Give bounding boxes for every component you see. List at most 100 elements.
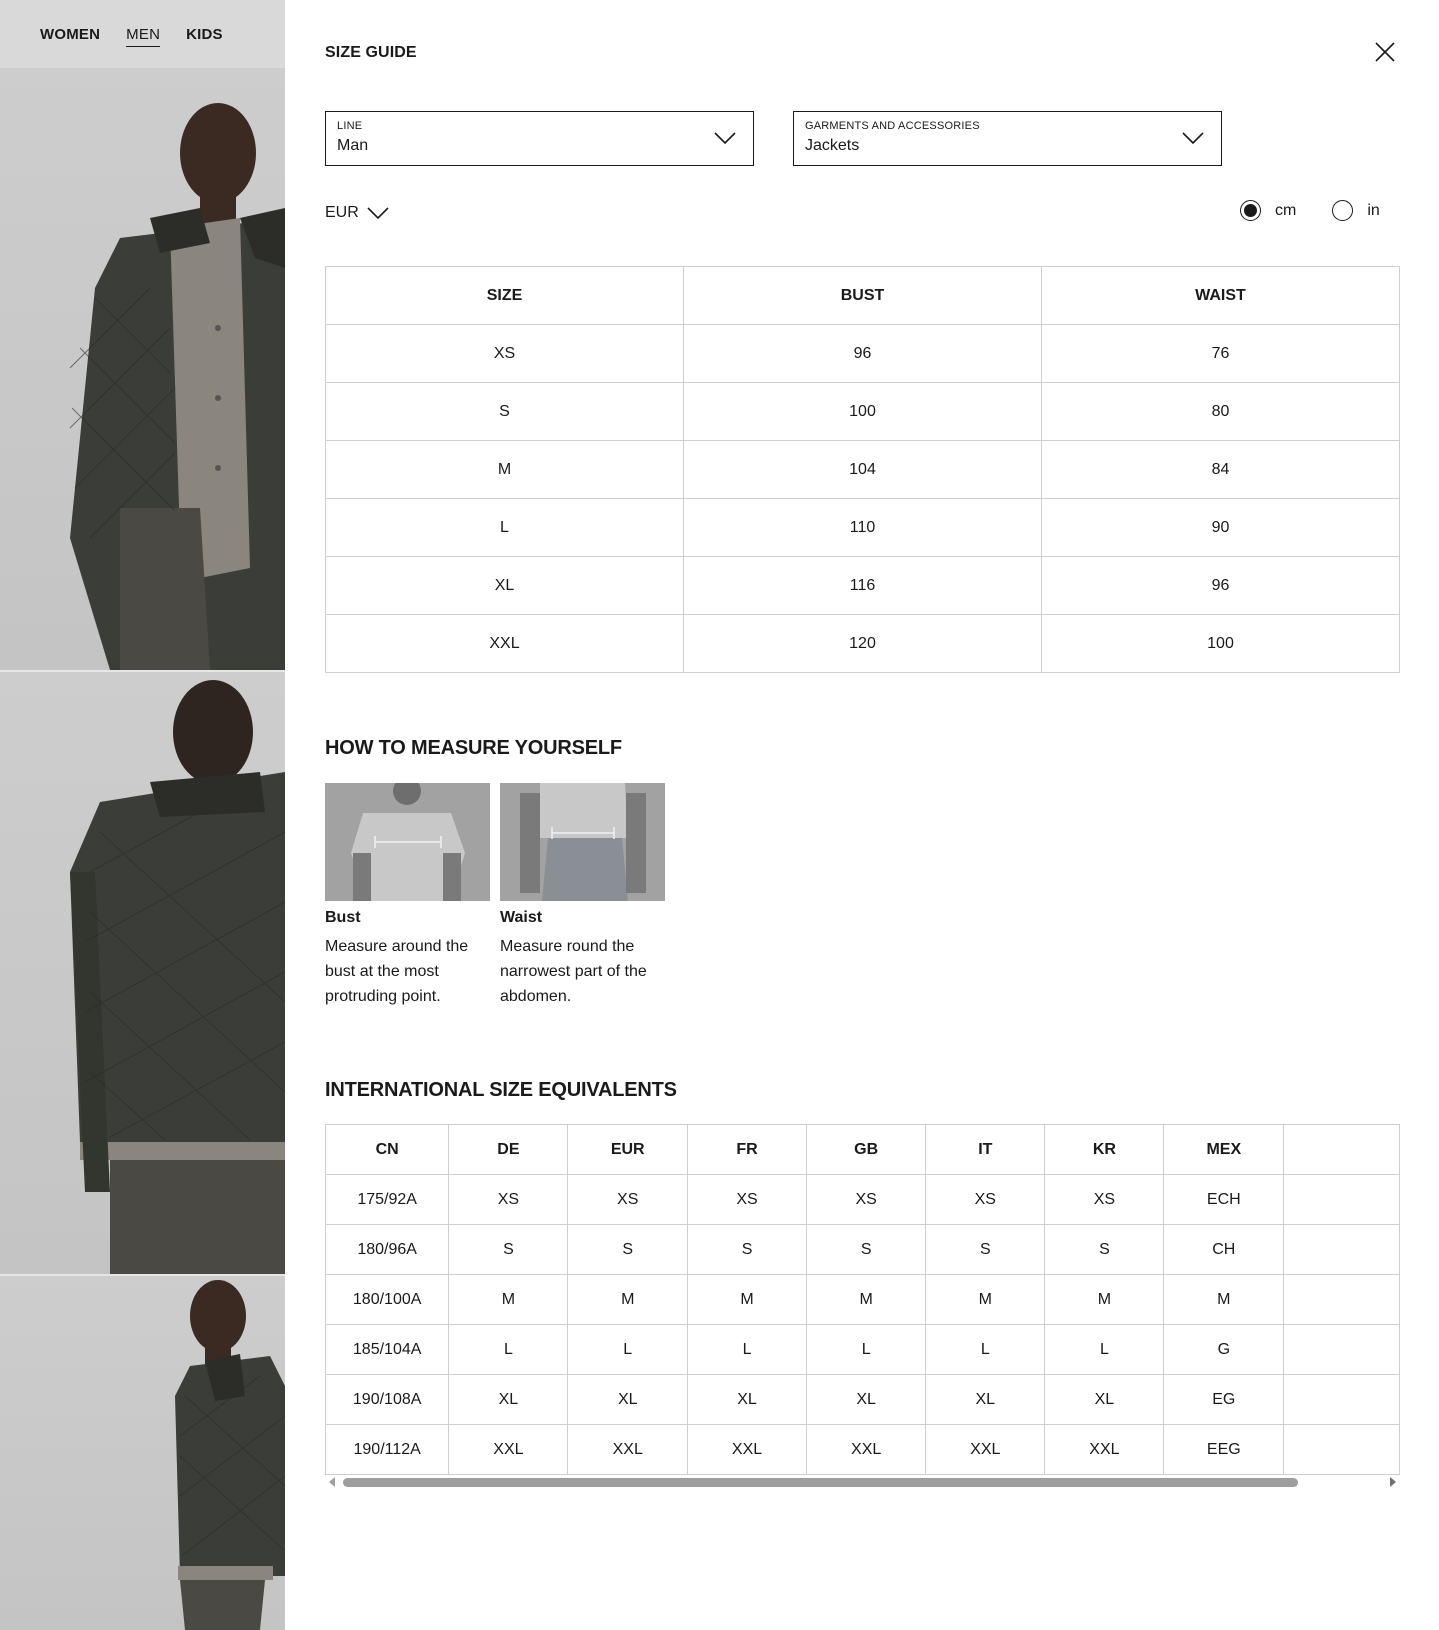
- table-cell: L: [806, 1324, 927, 1375]
- table-cell: ECH: [1163, 1174, 1285, 1225]
- table-cell: 190/108A: [325, 1374, 450, 1425]
- unit-label-cm: cm: [1275, 201, 1297, 219]
- measure-desc: Measure round the narrowest part of the …: [500, 938, 647, 1005]
- table-cell: L: [567, 1324, 688, 1375]
- unit-radio-in[interactable]: in: [1332, 200, 1380, 221]
- product-photo-front[interactable]: [0, 68, 285, 670]
- category-nav: WOMEN MEN KIDS: [0, 0, 285, 68]
- table-cell: S: [806, 1224, 927, 1275]
- close-icon: [1375, 42, 1395, 62]
- product-photo-back[interactable]: [0, 672, 285, 1274]
- table-row: 180/100A M M M M M M M: [325, 1274, 1400, 1325]
- table-header: SIZE: [325, 266, 684, 325]
- nav-item-men[interactable]: MEN: [126, 26, 161, 47]
- table-cell: 120: [683, 614, 1042, 673]
- close-button[interactable]: [1371, 38, 1399, 66]
- scrollbar-thumb[interactable]: [343, 1478, 1298, 1487]
- table-row: 185/104A L L L L L L G: [325, 1324, 1400, 1375]
- product-image-rail: WOMEN MEN KIDS: [0, 0, 285, 1630]
- table-header: WAIST: [1041, 266, 1400, 325]
- table-row: 190/108A XL XL XL XL XL XL EG: [325, 1374, 1400, 1425]
- garment-select[interactable]: GARMENTS AND ACCESSORIES Jackets: [793, 111, 1222, 166]
- table-cell: XXL: [686, 1424, 808, 1475]
- table-cell: M: [1044, 1274, 1165, 1325]
- table-row: XS 96 76: [325, 324, 1400, 383]
- table-cell: 116: [683, 556, 1042, 615]
- table-cell: XS: [567, 1174, 688, 1225]
- table-cell: 104: [683, 440, 1042, 499]
- table-cell: XL: [325, 556, 684, 615]
- table-cell: EG: [1163, 1374, 1285, 1425]
- table-cell: L: [686, 1324, 808, 1375]
- intl-table-scroll[interactable]: CN DE EUR FR GB IT KR MEX 175/92A XS XS XS XS XS XS EC…: [325, 1124, 1400, 1490]
- table-cell: CH: [1163, 1224, 1285, 1275]
- table-row: 180/96A S S S S S S CH: [325, 1224, 1400, 1275]
- table-cell: XS: [1044, 1174, 1165, 1225]
- line-select-label: LINE: [337, 120, 363, 132]
- table-cell: M: [448, 1274, 569, 1325]
- table-cell: XXL: [325, 614, 684, 673]
- table-header: BUST: [683, 266, 1042, 325]
- unit-toggle: cm in: [1240, 200, 1380, 221]
- table-cell: S: [325, 382, 684, 441]
- garment-select-value: Jackets: [805, 137, 860, 154]
- table-cell: M: [925, 1274, 1046, 1325]
- table-cell: L: [448, 1324, 569, 1375]
- nav-item-kids[interactable]: KIDS: [186, 26, 223, 43]
- table-header: CN: [325, 1124, 450, 1175]
- horizontal-scrollbar[interactable]: [325, 1475, 1400, 1489]
- chevron-down-icon: [367, 207, 389, 220]
- garment-select-label: GARMENTS AND ACCESSORIES: [805, 120, 980, 132]
- radio-checked-icon: [1240, 200, 1261, 221]
- table-cell: 96: [683, 324, 1042, 383]
- table-cell: M: [325, 440, 684, 499]
- table-cell: S: [1044, 1224, 1165, 1275]
- scroll-right-icon[interactable]: [1390, 1477, 1396, 1487]
- nav-item-women[interactable]: WOMEN: [40, 26, 100, 43]
- table-cell: EEG: [1163, 1424, 1285, 1475]
- measure-name: Bust: [325, 909, 361, 926]
- table-row: M 104 84: [325, 440, 1400, 499]
- line-select[interactable]: LINE Man: [325, 111, 754, 166]
- size-guide-panel: SIZE GUIDE LINE Man GARMENTS AND ACCESSO…: [285, 0, 1439, 1630]
- table-cell: 185/104A: [325, 1324, 450, 1375]
- table-cell: S: [448, 1224, 569, 1275]
- table-cell: 190/112A: [325, 1424, 450, 1475]
- table-cell: S: [925, 1224, 1046, 1275]
- table-cell: S: [686, 1224, 808, 1275]
- measure-item-waist: Waist Measure round the narrowest part o…: [500, 783, 665, 1009]
- table-cell: [1283, 1374, 1400, 1425]
- waist-illustration: [500, 783, 665, 901]
- table-cell: 100: [683, 382, 1042, 441]
- table-cell: L: [925, 1324, 1046, 1375]
- table-cell: 84: [1041, 440, 1400, 499]
- table-header: IT: [925, 1124, 1046, 1175]
- measure-name: Waist: [500, 909, 543, 926]
- table-cell: [1283, 1174, 1400, 1225]
- table-cell: XL: [925, 1374, 1046, 1425]
- table-cell: 180/100A: [325, 1274, 450, 1325]
- scroll-left-icon[interactable]: [329, 1477, 335, 1487]
- table-cell: XL: [1044, 1374, 1165, 1425]
- table-cell: XS: [925, 1174, 1046, 1225]
- table-row: XXL 120 100: [325, 614, 1400, 673]
- size-guide-title: SIZE GUIDE: [325, 44, 417, 61]
- measure-item-bust: Bust Measure around the bust at the most…: [325, 783, 490, 1009]
- currency-select[interactable]: EUR: [325, 204, 389, 222]
- table-header: GB: [806, 1124, 927, 1175]
- table-cell: M: [1163, 1274, 1285, 1325]
- unit-label-in: in: [1367, 201, 1380, 219]
- chevron-down-icon: [1182, 132, 1204, 145]
- table-header: [1283, 1124, 1400, 1175]
- radio-unchecked-icon: [1332, 200, 1354, 221]
- table-cell: [1283, 1224, 1400, 1275]
- table-header: MEX: [1163, 1124, 1285, 1175]
- table-cell: XXL: [448, 1424, 569, 1475]
- table-row: L 110 90: [325, 498, 1400, 557]
- product-photo-side[interactable]: [0, 1276, 285, 1630]
- table-cell: XS: [448, 1174, 569, 1225]
- table-cell: 175/92A: [325, 1174, 450, 1225]
- table-header-row: CN DE EUR FR GB IT KR MEX: [325, 1124, 1400, 1175]
- bust-illustration: [325, 783, 490, 901]
- unit-radio-cm[interactable]: cm: [1240, 200, 1296, 221]
